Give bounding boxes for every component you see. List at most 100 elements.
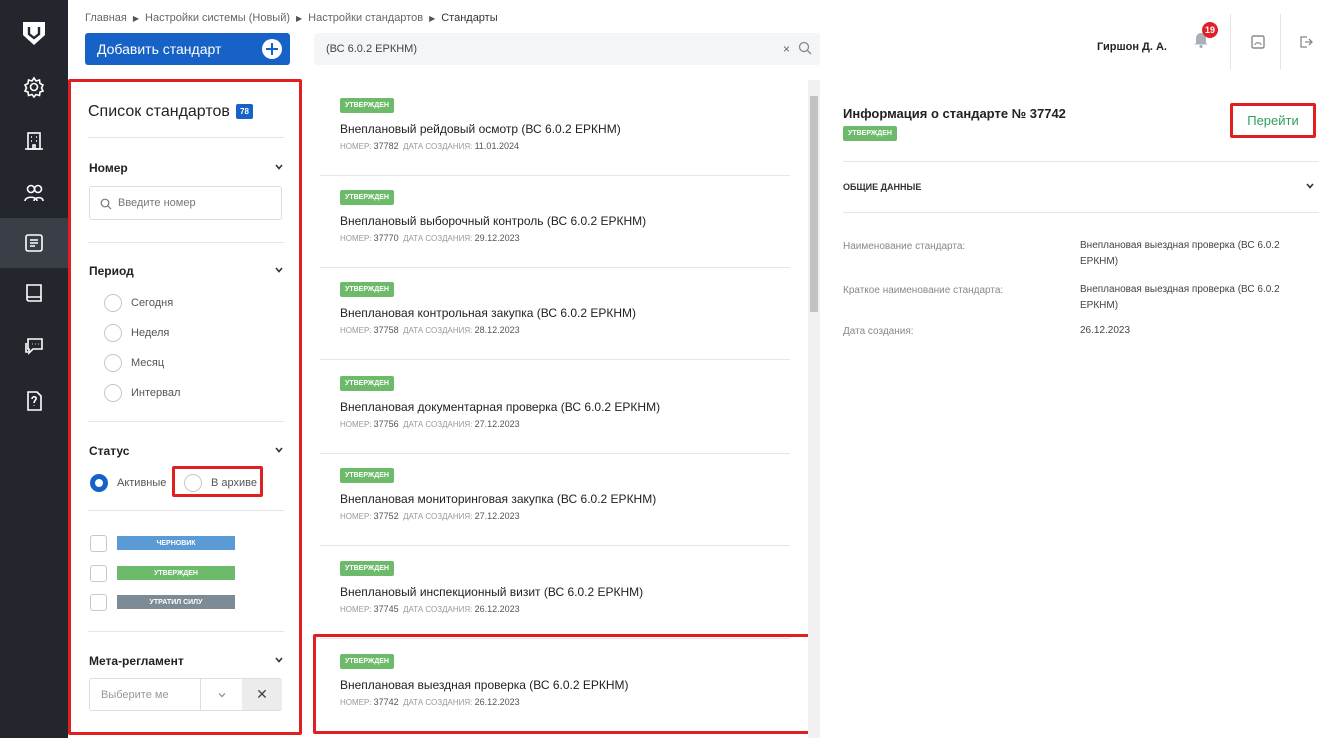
logo-icon[interactable] bbox=[0, 0, 68, 66]
standard-date: 29.12.2023 bbox=[474, 233, 520, 243]
status-badge: УТВЕРЖДЕН bbox=[340, 98, 394, 113]
standard-number: 37752 bbox=[373, 511, 399, 521]
standard-name[interactable]: Внеплановая мониторинговая закупка (ВС 6… bbox=[340, 492, 656, 506]
divider bbox=[320, 267, 790, 268]
book-icon[interactable] bbox=[0, 268, 68, 318]
search-input[interactable]: (ВС 6.0.2 ЕРКНМ) × bbox=[314, 33, 820, 65]
standard-meta: НОМЕР: 37745 ДАТА СОЗДАНИЯ: 26.12.2023 bbox=[340, 604, 520, 614]
number-filter-label: Номер bbox=[89, 161, 128, 175]
users-icon[interactable] bbox=[0, 168, 68, 218]
radio-button[interactable] bbox=[104, 294, 122, 312]
standard-name[interactable]: Внеплановый инспекционный визит (ВС 6.0.… bbox=[340, 585, 643, 599]
standard-name[interactable]: Внеплановый рейдовый осмотр (ВС 6.0.2 ЕР… bbox=[340, 122, 621, 136]
checkbox[interactable] bbox=[90, 534, 107, 552]
user-name[interactable]: Гиршон Д. А. bbox=[1097, 41, 1167, 53]
status-tag-expired[interactable]: УТРАТИЛ СИЛУ bbox=[90, 593, 235, 611]
info-title: Информация о стандарте № 37742 bbox=[843, 106, 1066, 121]
field-value: 26.12.2023 bbox=[1080, 325, 1131, 336]
chevron-down-icon[interactable] bbox=[274, 162, 284, 172]
period-option-interval[interactable]: Интервал bbox=[104, 384, 180, 402]
radio-button[interactable] bbox=[104, 324, 122, 342]
standard-date: 28.12.2023 bbox=[474, 325, 520, 335]
standard-info-panel: Информация о стандарте № 37742 УТВЕРЖДЕН… bbox=[820, 80, 1322, 738]
status-badge: УТВЕРЖДЕН bbox=[340, 376, 394, 391]
standard-meta: НОМЕР: 37752 ДАТА СОЗДАНИЯ: 27.12.2023 bbox=[340, 511, 520, 521]
standard-name[interactable]: Внеплановая документарная проверка (ВС 6… bbox=[340, 400, 660, 414]
list-item[interactable]: УТВЕРЖДЕН Внеплановая контрольная закупк… bbox=[314, 282, 808, 368]
standards-icon[interactable] bbox=[0, 218, 68, 268]
date-prefix: ДАТА СОЗДАНИЯ: bbox=[403, 234, 473, 243]
standard-name[interactable]: Внеплановая контрольная закупка (ВС 6.0.… bbox=[340, 306, 636, 320]
divider bbox=[88, 510, 284, 511]
settings-icon[interactable] bbox=[0, 62, 68, 112]
standard-number: 37770 bbox=[373, 233, 399, 243]
list-scrollbar[interactable] bbox=[808, 80, 820, 738]
scrollbar-thumb[interactable] bbox=[810, 96, 818, 312]
clear-icon[interactable]: ✕ bbox=[242, 679, 282, 710]
checkbox[interactable] bbox=[90, 593, 107, 611]
period-option-week[interactable]: Неделя bbox=[104, 324, 169, 342]
standard-number: 37756 bbox=[373, 419, 399, 429]
divider bbox=[320, 545, 790, 546]
standard-number: 37745 bbox=[373, 604, 399, 614]
divider bbox=[843, 212, 1319, 213]
clear-search-icon[interactable]: × bbox=[783, 42, 790, 56]
status-tag-approved[interactable]: УТВЕРЖДЕН bbox=[90, 564, 235, 582]
search-icon bbox=[100, 198, 112, 210]
status-option-label: Активные bbox=[117, 477, 167, 489]
list-item[interactable]: УТВЕРЖДЕН Внеплановый выборочный контрол… bbox=[314, 190, 808, 276]
number-filter-input[interactable]: Введите номер bbox=[89, 186, 282, 220]
chevron-down-icon[interactable] bbox=[200, 679, 242, 710]
period-option-month[interactable]: Месяц bbox=[104, 354, 164, 372]
status-option-archive[interactable]: В архиве bbox=[184, 474, 257, 492]
status-tag-draft[interactable]: ЧЕРНОВИК bbox=[90, 534, 235, 552]
tag-label: УТРАТИЛ СИЛУ bbox=[117, 595, 235, 609]
breadcrumb-item-standard-settings[interactable]: Настройки стандартов bbox=[308, 12, 423, 24]
list-item[interactable]: УТВЕРЖДЕН Внеплановый рейдовый осмотр (В… bbox=[314, 98, 808, 184]
meta-regulation-placeholder: Выберите ме bbox=[101, 689, 169, 701]
building-icon[interactable] bbox=[0, 116, 68, 166]
status-option-active[interactable]: Активные bbox=[90, 474, 166, 492]
status-filter-label: Статус bbox=[89, 444, 130, 458]
radio-button[interactable] bbox=[184, 474, 202, 492]
chevron-down-icon[interactable] bbox=[274, 265, 284, 275]
checkbox[interactable] bbox=[90, 564, 107, 582]
standard-number: 37758 bbox=[373, 325, 399, 335]
chevron-down-icon[interactable] bbox=[274, 445, 284, 455]
list-item[interactable]: УТВЕРЖДЕН Внеплановая документарная пров… bbox=[314, 376, 808, 462]
divider bbox=[1230, 14, 1231, 70]
standard-name[interactable]: Внеплановый выборочный контроль (ВС 6.0.… bbox=[340, 214, 646, 228]
divider bbox=[88, 137, 284, 138]
radio-button[interactable] bbox=[104, 384, 122, 402]
list-item[interactable]: УТВЕРЖДЕН Внеплановая мониторинговая зак… bbox=[314, 468, 808, 554]
standards-count-badge: 78 bbox=[236, 104, 253, 119]
logout-icon[interactable] bbox=[1298, 34, 1314, 50]
profile-card-icon[interactable] bbox=[1250, 34, 1266, 50]
number-prefix: НОМЕР: bbox=[340, 420, 372, 429]
number-prefix: НОМЕР: bbox=[340, 512, 372, 521]
chat-icon[interactable] bbox=[0, 322, 68, 372]
status-badge: УТВЕРЖДЕН bbox=[340, 282, 394, 297]
meta-regulation-select[interactable]: Выберите ме ✕ bbox=[89, 678, 282, 711]
breadcrumb-item-home[interactable]: Главная bbox=[85, 12, 127, 24]
goto-button[interactable]: Перейти bbox=[1230, 103, 1316, 138]
radio-button[interactable] bbox=[104, 354, 122, 372]
radio-button-selected[interactable] bbox=[90, 474, 108, 492]
period-option-today[interactable]: Сегодня bbox=[104, 294, 173, 312]
breadcrumb-item-system-settings[interactable]: Настройки системы (Новый) bbox=[145, 12, 290, 24]
field-value: Внеплановая выездная проверка (ВС 6.0.2 … bbox=[1080, 284, 1280, 311]
general-data-section[interactable]: ОБЩИЕ ДАННЫЕ bbox=[843, 182, 921, 192]
period-filter-label: Период bbox=[89, 264, 134, 278]
add-standard-button[interactable]: Добавить стандарт bbox=[85, 33, 290, 65]
document-icon[interactable] bbox=[0, 376, 68, 426]
chevron-down-icon[interactable] bbox=[274, 655, 284, 665]
standard-meta: НОМЕР: 37782 ДАТА СОЗДАНИЯ: 11.01.2024 bbox=[340, 141, 519, 151]
chevron-down-icon[interactable] bbox=[1305, 181, 1315, 191]
search-icon[interactable] bbox=[798, 41, 812, 55]
number-filter-placeholder: Введите номер bbox=[118, 197, 196, 209]
divider bbox=[88, 242, 284, 243]
search-value: (ВС 6.0.2 ЕРКНМ) bbox=[326, 43, 418, 55]
number-prefix: НОМЕР: bbox=[340, 142, 372, 151]
period-option-label: Неделя bbox=[131, 327, 170, 339]
field-label: Краткое наименование стандарта: bbox=[843, 285, 1004, 296]
